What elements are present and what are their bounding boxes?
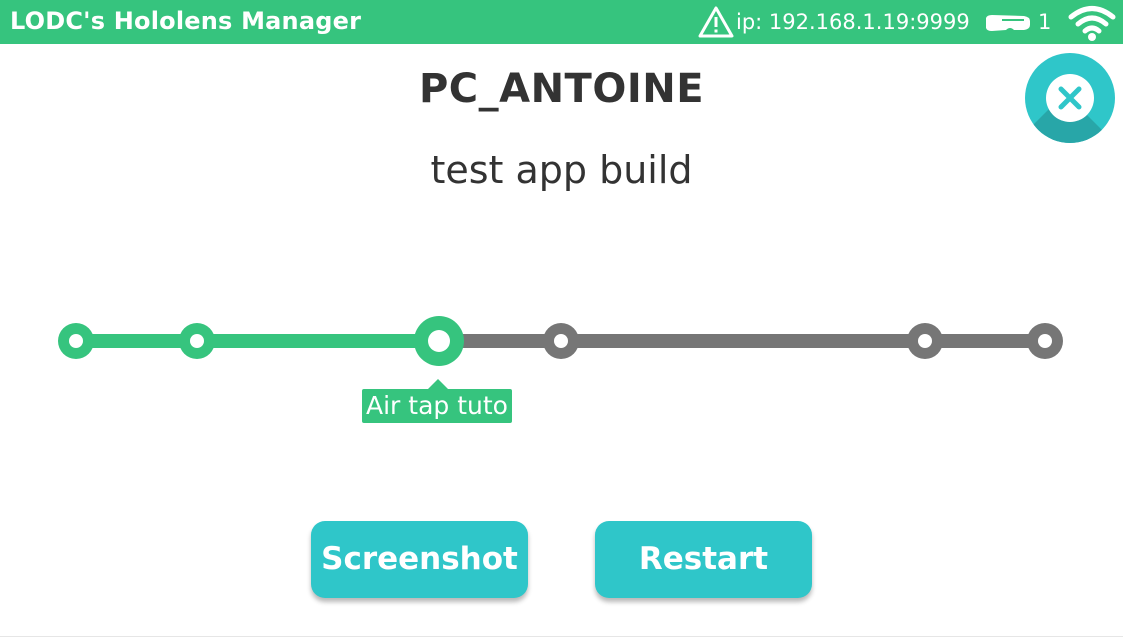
progress-timeline — [0, 300, 1123, 440]
current-step-label: Air tap tuto — [362, 379, 512, 423]
build-name: test app build — [430, 148, 693, 192]
ip-address: ip: 192.168.1.19:9999 — [736, 10, 970, 34]
timeline-step-dot — [428, 330, 450, 352]
timeline-step-dot — [69, 334, 83, 348]
timeline-step-dot — [918, 334, 932, 348]
hololens-icon — [986, 15, 1030, 31]
close-button[interactable] — [1025, 53, 1115, 143]
restart-button[interactable]: Restart — [595, 521, 812, 598]
divider — [0, 636, 1123, 637]
connected-device-count: 1 — [1038, 10, 1052, 34]
close-icon — [1046, 74, 1094, 122]
warning-icon — [698, 6, 734, 38]
timeline-step-dot — [554, 334, 568, 348]
device-name: PC_ANTOINE — [418, 66, 705, 112]
screenshot-button[interactable]: Screenshot — [311, 521, 528, 598]
timeline-track — [58, 316, 1063, 366]
timeline-step-dot — [190, 334, 204, 348]
app-title: LODC's Hololens Manager — [10, 7, 362, 35]
top-bar: LODC's Hololens Manager ip: 192.168.1.19… — [0, 0, 1123, 44]
wifi-icon — [1068, 6, 1116, 41]
timeline-step-dot — [1038, 334, 1052, 348]
